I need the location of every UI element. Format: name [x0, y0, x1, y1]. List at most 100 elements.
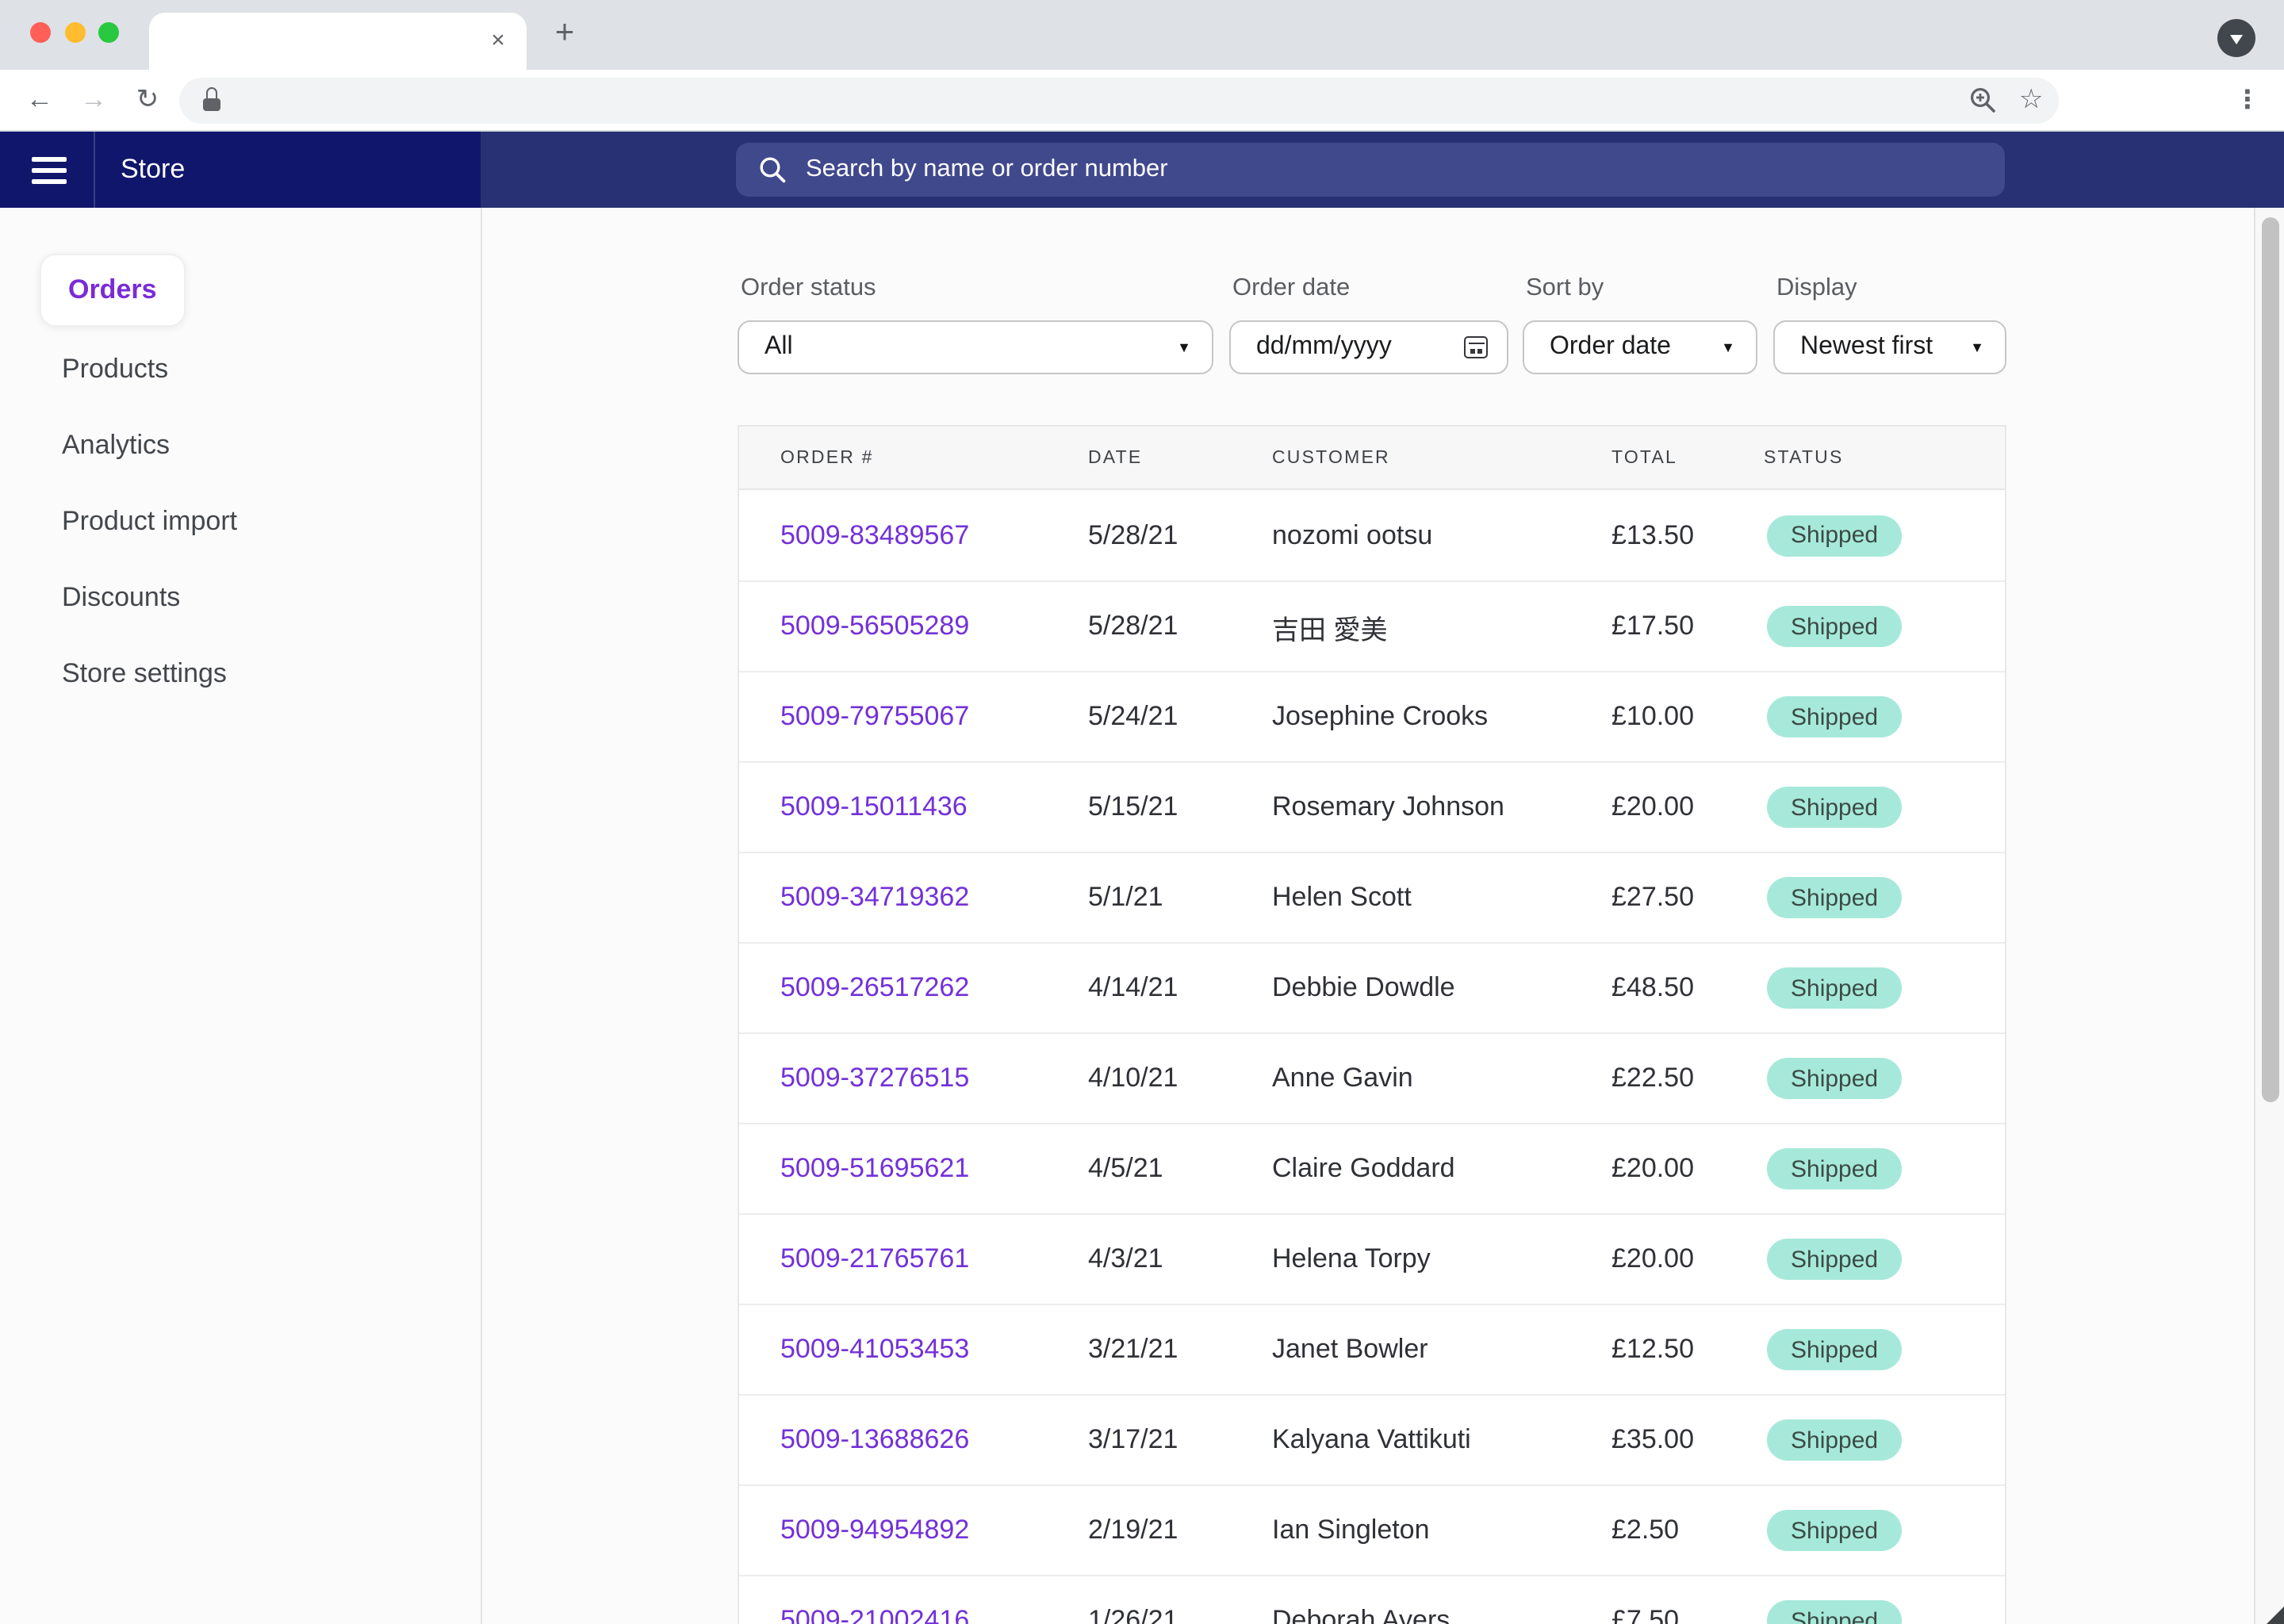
table-row: 5009-83489567 5/28/21 nozomi ootsu £13.5… — [739, 490, 2005, 580]
order-total: £20.00 — [1611, 1153, 1764, 1185]
table-body: 5009-83489567 5/28/21 nozomi ootsu £13.5… — [739, 490, 2005, 1624]
caret-down-icon: ▼ — [1970, 339, 1984, 355]
customer-name: Claire Goddard — [1272, 1153, 1611, 1185]
hamburger-menu-icon[interactable] — [32, 157, 67, 190]
main-panel: Order status All ▼ Order date dd/mm/yyyy… — [482, 208, 2284, 1624]
order-number-link[interactable]: 5009-13688626 — [780, 1424, 1088, 1456]
browser-toolbar: ← → ↻ ☆ ⋮ — [0, 70, 2284, 132]
browser-tab[interactable]: × — [149, 13, 527, 70]
header-divider — [94, 132, 95, 208]
sidebar-item[interactable]: Store settings — [0, 636, 481, 712]
column-header: STATUS — [1764, 448, 2005, 467]
status-badge: Shipped — [1767, 877, 1902, 918]
customer-name: Ian Singleton — [1272, 1515, 1611, 1546]
order-total: £27.50 — [1611, 882, 1764, 914]
customer-name: Rosemary Johnson — [1272, 791, 1611, 823]
order-status-select[interactable]: All ▼ — [738, 320, 1213, 374]
table-row: 5009-51695621 4/5/21 Claire Goddard £20.… — [739, 1123, 2005, 1213]
customer-name: Janet Bowler — [1272, 1334, 1611, 1365]
search-placeholder: Search by name or order number — [806, 155, 1168, 184]
tab-close-icon[interactable]: × — [485, 25, 511, 57]
order-number-link[interactable]: 5009-94954892 — [780, 1515, 1088, 1546]
browser-menu-icon[interactable]: ⋮ — [2232, 84, 2263, 116]
order-date-input[interactable]: dd/mm/yyyy — [1229, 320, 1508, 374]
window-zoom-button[interactable] — [98, 22, 119, 43]
order-number-link[interactable]: 5009-37276515 — [780, 1063, 1088, 1094]
search-input[interactable]: Search by name or order number — [736, 143, 2005, 197]
order-date: 5/28/21 — [1088, 519, 1272, 551]
forward-button[interactable]: → — [67, 84, 121, 116]
display-label: Display — [1776, 274, 2006, 300]
order-number-link[interactable]: 5009-21002416 — [780, 1605, 1088, 1624]
order-number-link[interactable]: 5009-21765761 — [780, 1243, 1088, 1275]
page-content: Orders Products Analytics Product import… — [0, 208, 2284, 1624]
window-close-button[interactable] — [30, 22, 51, 43]
sidebar-item[interactable]: Product import — [0, 484, 481, 560]
order-date: 5/15/21 — [1088, 791, 1272, 823]
new-tab-button[interactable]: + — [546, 10, 584, 60]
order-number-link[interactable]: 5009-34719362 — [780, 882, 1088, 914]
chevron-down-icon — [2230, 35, 2243, 44]
table-row: 5009-56505289 5/28/21 吉田 愛美 £17.50 Shipp… — [739, 580, 2005, 671]
zoom-icon[interactable] — [1968, 86, 1997, 114]
caret-down-icon: ▼ — [1721, 339, 1735, 355]
order-number-link[interactable]: 5009-83489567 — [780, 519, 1088, 551]
order-number-link[interactable]: 5009-41053453 — [780, 1334, 1088, 1365]
back-button[interactable]: ← — [13, 84, 67, 116]
sidebar-item[interactable]: Products — [0, 331, 481, 408]
tab-search-button[interactable] — [2217, 19, 2255, 57]
customer-name: Josephine Crooks — [1272, 701, 1611, 733]
sort-by-label: Sort by — [1526, 274, 1757, 300]
status-badge: Shipped — [1767, 696, 1902, 737]
table-row: 5009-26517262 4/14/21 Debbie Dowdle £48.… — [739, 942, 2005, 1032]
sidebar-nav: Products Analytics Product import Discou… — [0, 331, 481, 712]
table-row: 5009-21002416 1/26/21 Deborah Ayers £7.5… — [739, 1575, 2005, 1624]
table-row: 5009-21765761 4/3/21 Helena Torpy £20.00… — [739, 1213, 2005, 1304]
column-header: CUSTOMER — [1272, 448, 1611, 467]
sidebar-item[interactable]: Discounts — [0, 560, 481, 636]
order-number-link[interactable]: 5009-51695621 — [780, 1153, 1088, 1185]
lock-icon[interactable] — [203, 87, 222, 113]
status-badge: Shipped — [1767, 1148, 1902, 1189]
order-date: 4/14/21 — [1088, 972, 1272, 1004]
browser-window: × + ← → ↻ ☆ ⋮ Store — [0, 0, 2284, 1624]
browser-tab-strip: × + — [0, 0, 2284, 70]
sort-by-select[interactable]: Order date ▼ — [1523, 320, 1757, 374]
order-date-label: Order date — [1232, 274, 1508, 300]
order-date: 5/24/21 — [1088, 701, 1272, 733]
sidebar-item-orders-active[interactable]: Orders — [40, 254, 186, 327]
caret-down-icon: ▼ — [1177, 339, 1191, 355]
orders-table: ORDER # DATE CUSTOMER TOTAL STATUS 5009-… — [738, 425, 2006, 1624]
window-minimize-button[interactable] — [65, 22, 86, 43]
calendar-icon[interactable] — [1464, 336, 1488, 358]
column-header: ORDER # — [780, 448, 1088, 467]
order-status-label: Order status — [741, 274, 1213, 300]
bookmark-star-icon[interactable]: ☆ — [2019, 86, 2044, 114]
display-select[interactable]: Newest first ▼ — [1773, 320, 2006, 374]
customer-name: Deborah Ayers — [1272, 1605, 1611, 1624]
scrollbar-thumb[interactable] — [2261, 217, 2278, 1102]
order-date: 3/17/21 — [1088, 1424, 1272, 1456]
status-badge: Shipped — [1767, 787, 1902, 828]
order-number-link[interactable]: 5009-79755067 — [780, 701, 1088, 733]
order-number-link[interactable]: 5009-56505289 — [780, 611, 1088, 642]
order-total: £22.50 — [1611, 1063, 1764, 1094]
table-header: ORDER # DATE CUSTOMER TOTAL STATUS — [739, 427, 2005, 490]
order-number-link[interactable]: 5009-26517262 — [780, 972, 1088, 1004]
order-number-link[interactable]: 5009-15011436 — [780, 791, 1088, 823]
order-date: 5/28/21 — [1088, 611, 1272, 642]
address-bar[interactable]: ☆ — [179, 77, 2059, 123]
status-badge: Shipped — [1767, 606, 1902, 647]
app-header-main: Search by name or order number — [481, 132, 2284, 208]
store-title: Store — [121, 154, 185, 186]
customer-name: Debbie Dowdle — [1272, 972, 1611, 1004]
sidebar-item[interactable]: Analytics — [0, 408, 481, 484]
customer-name: 吉田 愛美 — [1272, 607, 1611, 646]
status-badge: Shipped — [1767, 1239, 1902, 1280]
reload-button[interactable]: ↻ — [121, 84, 174, 116]
resize-corner — [2267, 1607, 2284, 1624]
page-scrollbar[interactable] — [2254, 208, 2284, 1624]
filters-row: Order status All ▼ Order date dd/mm/yyyy… — [738, 274, 2284, 374]
status-badge: Shipped — [1767, 1329, 1902, 1370]
sidebar: Orders Products Analytics Product import… — [0, 208, 482, 1624]
